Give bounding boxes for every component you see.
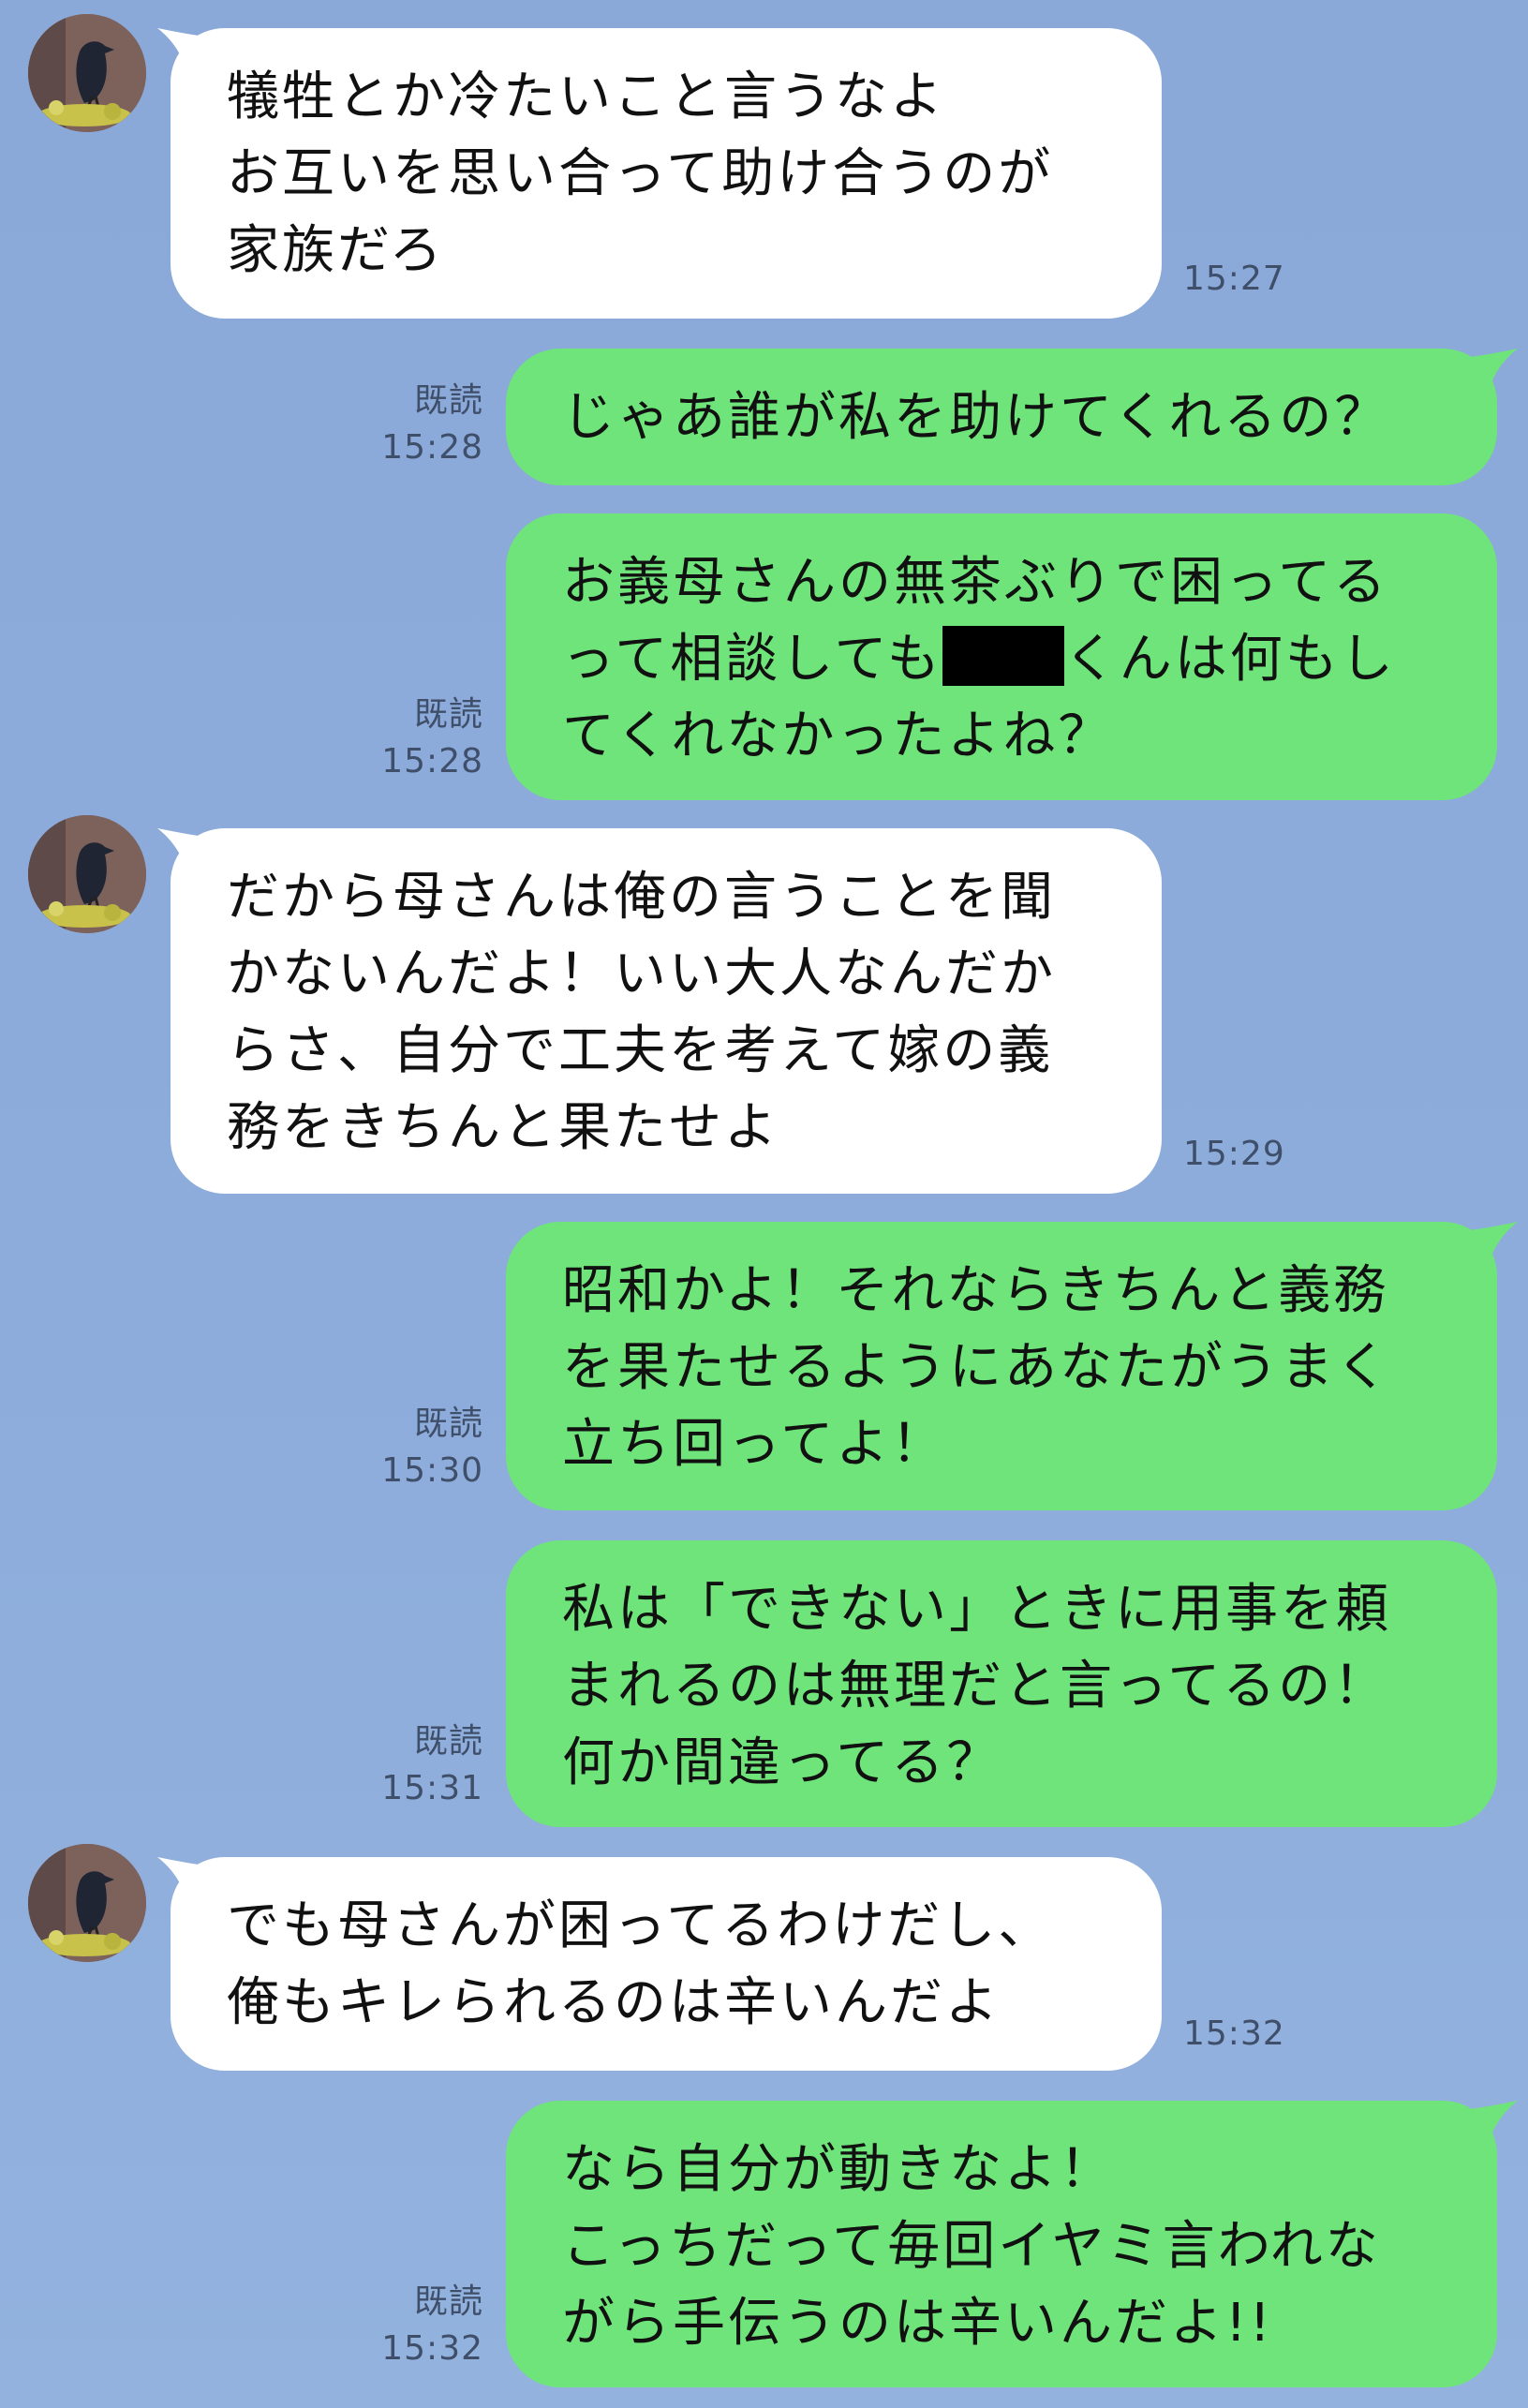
message-meta: 既読 15:32 bbox=[381, 2279, 483, 2372]
contact-avatar[interactable] bbox=[28, 1844, 146, 1962]
crow-avatar-icon bbox=[28, 1844, 146, 1962]
message-timestamp: 15:29 bbox=[1183, 1135, 1285, 1173]
chat-thread[interactable]: 犠牲とか冷たいこと言うなよ お互いを思い合って助け合うのが 家族だろ 15:27… bbox=[0, 0, 1528, 2408]
message-timestamp: 15:27 bbox=[1183, 260, 1285, 298]
outgoing-message[interactable]: なら自分が動きなよ！ こっちだって毎回イヤミ言われな がら手伝うのは辛いんだよ!… bbox=[506, 2101, 1497, 2387]
read-receipt: 既読 bbox=[413, 2282, 483, 2321]
crow-avatar-icon bbox=[28, 815, 146, 933]
outgoing-message[interactable]: 私は「できない」ときに用事を頼 まれるのは無理だと言ってるの！ 何か間違ってる？ bbox=[506, 1540, 1497, 1827]
message-timestamp: 15:31 bbox=[381, 1769, 483, 1807]
message-meta: 既読 15:28 bbox=[381, 378, 483, 471]
read-receipt: 既読 bbox=[413, 381, 483, 420]
read-receipt: 既読 bbox=[413, 1405, 483, 1443]
contact-avatar[interactable] bbox=[28, 14, 146, 132]
read-receipt: 既読 bbox=[413, 1722, 483, 1761]
read-receipt: 既読 bbox=[413, 695, 483, 734]
message-timestamp: 15:28 bbox=[381, 428, 483, 467]
message-meta: 既読 15:31 bbox=[381, 1718, 483, 1812]
outgoing-message[interactable]: 昭和かよ！それならきちんと義務 を果たせるようにあなたがうまく 立ち回ってよ！ bbox=[506, 1222, 1497, 1510]
incoming-message[interactable]: 犠牲とか冷たいこと言うなよ お互いを思い合って助け合うのが 家族だろ bbox=[171, 28, 1162, 319]
contact-avatar[interactable] bbox=[28, 815, 146, 933]
outgoing-message[interactable]: お義母さんの無茶ぶりで困ってる って相談しても くんは何もし てくれなかったよね？ bbox=[506, 513, 1497, 800]
incoming-message[interactable]: だから母さんは俺の言うことを聞 かないんだよ！いい大人なんだか らさ、自分で工夫… bbox=[171, 828, 1162, 1194]
outgoing-message[interactable]: じゃあ誰が私を助けてくれるの？ bbox=[506, 349, 1497, 485]
redacted-name bbox=[942, 626, 1064, 686]
message-meta: 既読 15:28 bbox=[381, 691, 483, 785]
incoming-message[interactable]: でも母さんが困ってるわけだし、 俺もキレられるのは辛いんだよ bbox=[171, 1857, 1162, 2071]
message-meta: 既読 15:30 bbox=[381, 1401, 483, 1494]
crow-avatar-icon bbox=[28, 14, 146, 132]
message-timestamp: 15:30 bbox=[381, 1451, 483, 1490]
message-timestamp: 15:32 bbox=[1183, 2014, 1285, 2053]
message-timestamp: 15:32 bbox=[381, 2329, 483, 2368]
message-timestamp: 15:28 bbox=[381, 742, 483, 780]
